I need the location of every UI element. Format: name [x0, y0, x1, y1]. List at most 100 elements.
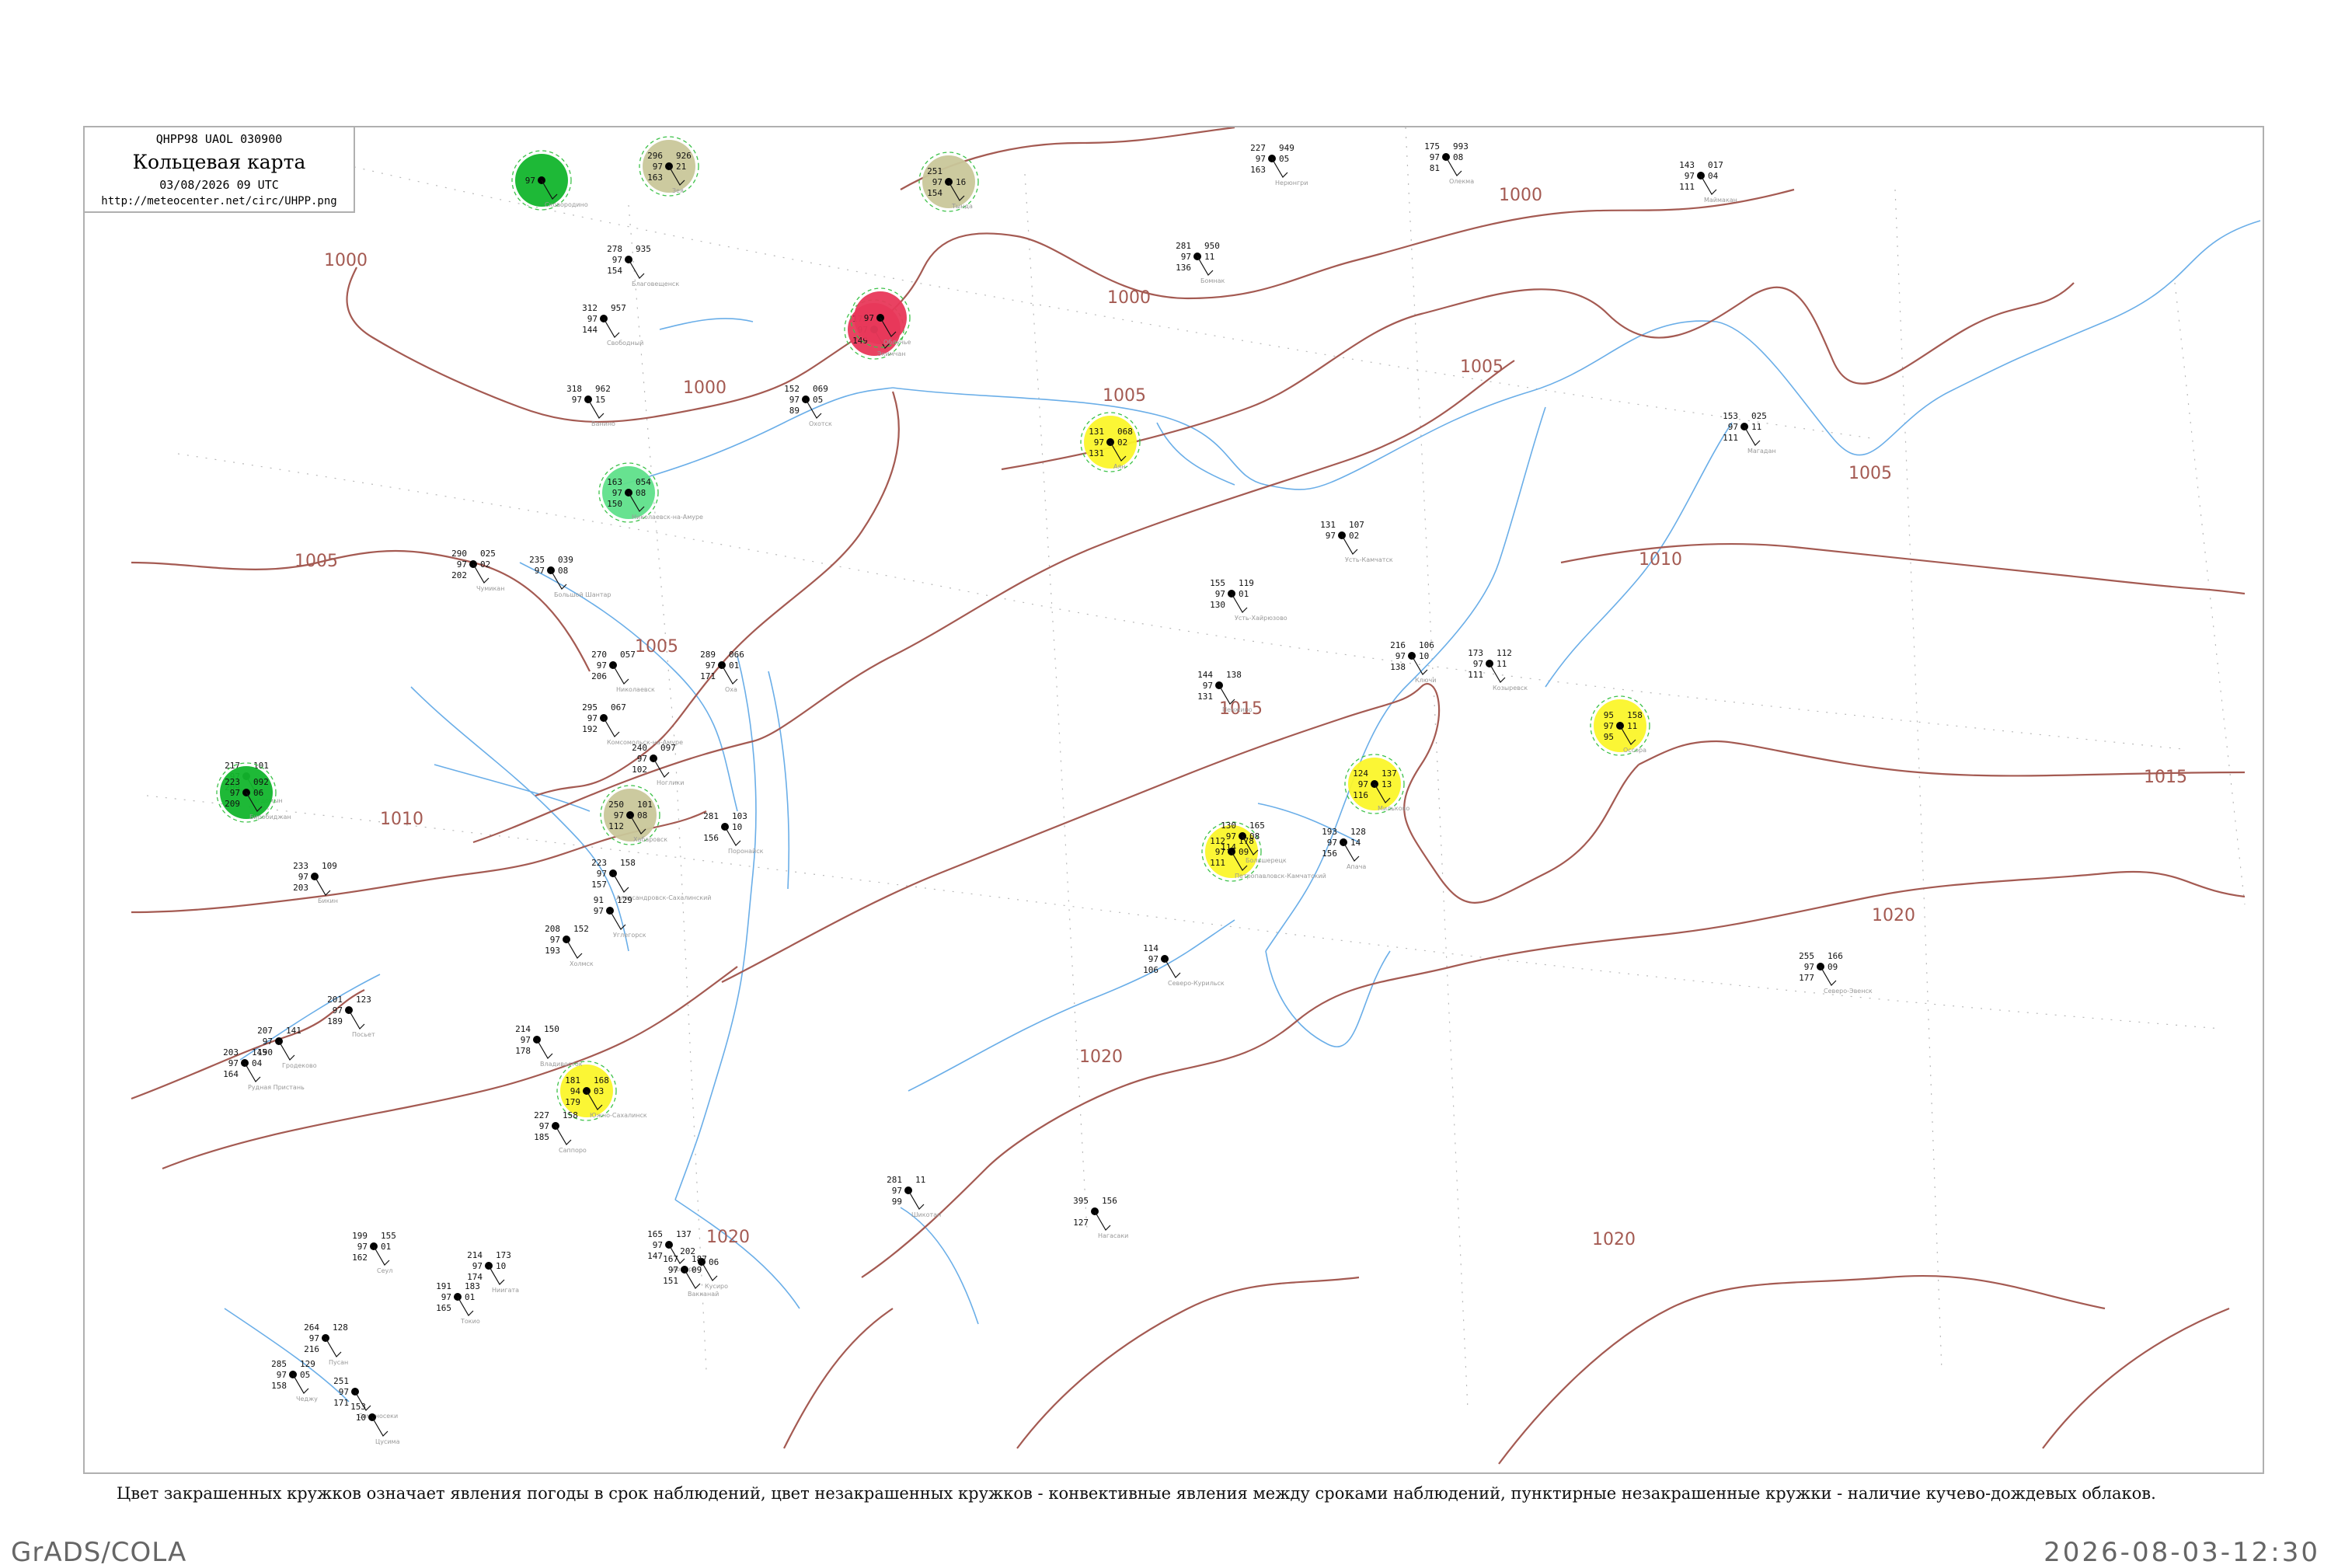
render-timestamp: 2026-08-03-12:30 [2044, 1537, 2320, 1568]
station-name: Усть-Хайрюзово [1235, 615, 1287, 622]
station-temperature: 153 [350, 1402, 366, 1412]
station-dewpoint: 111 [1468, 670, 1483, 680]
station-temperature: 91 [594, 895, 604, 905]
station-plot: 16397150 05408 Николаевск-на-Амуре [598, 462, 703, 523]
station-name: Холмск [570, 960, 594, 967]
station-dewpoint: 111 [1210, 858, 1225, 868]
station-visibility: 97 [1148, 954, 1159, 964]
station-dewpoint: 147 [647, 1251, 663, 1261]
station-visibility: 97 [1604, 721, 1614, 731]
station-name: Петропавловск-Камчатский [1235, 873, 1326, 880]
station-dewpoint: 177 [1799, 973, 1814, 983]
station-name: Козыревск [1493, 685, 1528, 692]
isobar-label-1010-b: 1010 [380, 810, 423, 829]
isobar-label-1000-b: 1000 [683, 378, 726, 398]
station-name: Северо-Эвенск [1824, 988, 1873, 995]
station-pressure: 993 [1453, 141, 1469, 152]
station-visibility: 97 [1430, 152, 1440, 162]
station-plot: 1529789 06905 Охотск [784, 384, 832, 427]
station-dewpoint: 102 [632, 765, 647, 775]
station-temperature: 270 [591, 650, 607, 660]
station-plot: 19197165 18301 Токио [436, 1281, 480, 1325]
station-tendency: 11 [1204, 252, 1214, 262]
station-plot: 11497106 Северо-Курильск [1143, 943, 1225, 987]
station-tendency: 08 [1453, 152, 1463, 162]
station-tendency: 11 [1627, 721, 1637, 731]
station-name: Северо-Курильск [1168, 980, 1225, 987]
station-name: Большой Шантар [554, 591, 611, 598]
station-visibility: 97 [597, 660, 607, 671]
station-visibility: 97 [864, 313, 874, 323]
station-temperature: 395 [1073, 1196, 1089, 1206]
station-visibility: 97 [1685, 171, 1695, 181]
station-name: Магадан [1747, 448, 1776, 455]
synoptic-map: 1000 1000 1000 1000 1005 1005 1005 1005 … [131, 127, 2261, 1465]
station-visibility: 97 [441, 1292, 451, 1302]
station-dewpoint: 156 [1322, 848, 1337, 859]
station-pressure: 926 [676, 151, 692, 161]
station-visibility: 97 [550, 935, 560, 945]
station-pressure: 155 [381, 1231, 396, 1241]
station-plot: 2819799 11 Шикотан [887, 1175, 941, 1218]
station-pressure: 109 [322, 861, 337, 871]
station-plot: 1759781 99308 Олекма [1424, 141, 1474, 185]
station-temperature: 223 [591, 858, 607, 868]
station-tendency: 10 [496, 1261, 506, 1271]
station-temperature: 203 [223, 1047, 239, 1058]
station-pressure: 103 [732, 811, 747, 821]
station-visibility: 97 [1256, 154, 1266, 164]
station-plot: 28997171 06601 Оха [700, 650, 744, 693]
station-visibility: 97 [612, 255, 622, 265]
station-name: Бомнак [1200, 277, 1225, 284]
station-tendency: 02 [480, 559, 490, 570]
station-visibility: 97 [1804, 962, 1814, 972]
station-name: Токио [460, 1318, 480, 1325]
station-dewpoint: 112 [608, 821, 624, 831]
station-visibility: 97 [357, 1242, 368, 1252]
station-visibility: 97 [521, 1035, 531, 1045]
isobars [131, 127, 2246, 1465]
station-dewpoint: 111 [1679, 182, 1695, 192]
station-pressure: 112 [1497, 648, 1512, 658]
station-plot: 21497178 150 Владивосток [515, 1024, 583, 1068]
station-plot: 14397111 01704 Маймакан [1679, 160, 1737, 204]
station-name: Цусима [375, 1438, 400, 1445]
station-tendency: 10 [732, 822, 742, 832]
station-temperature: 295 [582, 702, 598, 713]
station-dewpoint: 209 [225, 799, 240, 809]
station-pressure: 187 [692, 1254, 707, 1264]
station-tendency: 09 [692, 1265, 702, 1275]
station-name: Южно-Сахалинск [590, 1112, 647, 1119]
station-pressure: 067 [611, 702, 626, 713]
station-dewpoint: 158 [271, 1381, 287, 1391]
station-visibility: 97 [653, 162, 663, 172]
station-dewpoint: 131 [1197, 692, 1213, 702]
station-pressure: 158 [620, 858, 636, 868]
station-plot: 959795 15811 Оссора [1590, 695, 1650, 756]
station-dewpoint: 154 [607, 266, 622, 276]
station-pressure: 949 [1279, 143, 1294, 153]
station-visibility: 97 [472, 1261, 483, 1271]
station-visibility: 97 [637, 754, 647, 764]
station-tendency: 08 [558, 566, 568, 576]
station-pressure: 166 [1828, 951, 1843, 961]
station-pressure: 128 [333, 1322, 348, 1333]
station-pressure: 183 [465, 1281, 480, 1291]
station-tendency: 06 [709, 1257, 719, 1267]
station-pressure: 152 [573, 924, 589, 934]
isobar-label-1000-c: 1000 [1107, 288, 1151, 308]
station-pressure: 158 [1627, 710, 1643, 720]
station-temperature: 193 [1322, 827, 1337, 837]
station-dewpoint: 192 [582, 724, 598, 734]
station-temperature: 227 [534, 1110, 549, 1120]
station-name: Свободный [607, 340, 643, 347]
station-dewpoint: 136 [1176, 263, 1191, 273]
station-dewpoint: 151 [663, 1276, 678, 1286]
station-name: Углегорск [613, 932, 646, 939]
bulletin-code: QHPP98 UAOL 030900 [155, 132, 283, 146]
station-pressure: 150 [544, 1024, 559, 1034]
station-name: Поронайск [728, 848, 764, 855]
station-tendency: 09 [1239, 847, 1249, 857]
station-dewpoint: 131 [1089, 448, 1104, 458]
legend-note: Цвет закрашенных кружков означает явлени… [117, 1484, 2156, 1503]
